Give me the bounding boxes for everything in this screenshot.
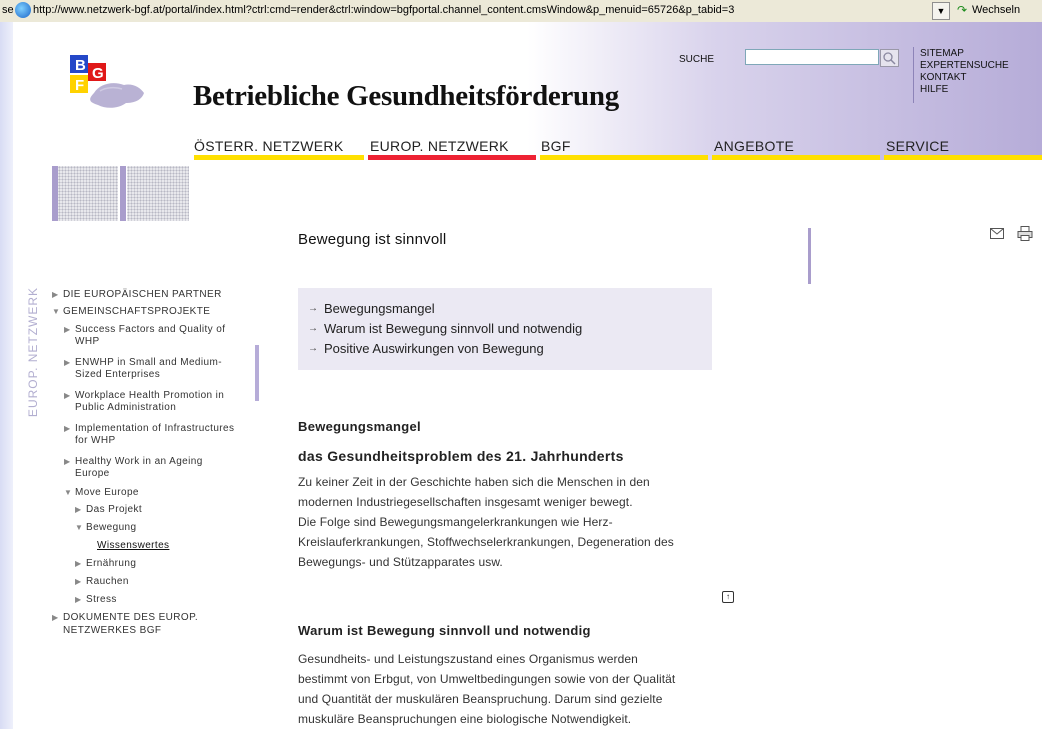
section-subheading: das Gesundheitsproblem des 21. Jahrhunde… [298, 448, 624, 464]
content-accent-rule [808, 228, 811, 284]
deco-bar [120, 166, 126, 221]
search-icon [883, 52, 896, 65]
nav-bar-europ-active [368, 155, 536, 160]
sidebar-item-ernaehrung[interactable]: ▶ Ernährung [75, 558, 136, 570]
sidebar-section-label: EUROP. NETZWERK [26, 286, 40, 418]
section-paragraph: Zu keiner Zeit in der Geschichte haben s… [298, 475, 674, 569]
section-heading-warum-bewegung: Warum ist Bewegung sinnvoll und notwendi… [298, 623, 591, 638]
sidebar-item-stress[interactable]: ▶ Stress [75, 594, 117, 606]
sidebar-item-whp-public-admin-cont[interactable]: Public Administration [75, 402, 176, 414]
print-icon[interactable] [1017, 226, 1033, 241]
go-arrow-icon[interactable]: ↷ [957, 3, 967, 17]
top-links-divider [913, 47, 914, 103]
search-input[interactable] [745, 49, 879, 65]
deco-pattern-box [127, 166, 189, 221]
sidebar-item-bewegung[interactable]: ▼ Bewegung [75, 522, 136, 534]
sidebar-item-rauchen[interactable]: ▶ Rauchen [75, 576, 129, 588]
mail-icon[interactable] [990, 228, 1004, 239]
left-window-strip [0, 22, 13, 729]
sidebar-item-das-projekt[interactable]: ▶ Das Projekt [75, 504, 142, 516]
toc-link-warum-bewegung[interactable]: → Warum ist Bewegung sinnvoll und notwend… [308, 321, 582, 336]
deco-pattern-box [58, 166, 118, 221]
address-prefix: se [2, 4, 14, 16]
nav-bar-angebote [712, 155, 880, 160]
sidebar-item-dokumente-cont[interactable]: NETZWERKES BGF [63, 625, 161, 637]
nav-bar-service [884, 155, 1042, 160]
browser-address-bar: se http://www.netzwerk-bgf.at/portal/ind… [0, 0, 1042, 23]
nav-angebote[interactable]: ANGEBOTE [714, 138, 794, 154]
go-button[interactable]: Wechseln [972, 4, 1020, 16]
logo-letter-b: B [75, 57, 86, 74]
nav-bar-oesterr [194, 155, 364, 160]
address-dropdown-button[interactable]: ▼ [932, 2, 950, 20]
search-label: SUCHE [679, 54, 715, 65]
sidebar-item-wissenswertes[interactable]: Wissenswertes [97, 540, 169, 552]
bgf-logo[interactable]: B G F [66, 53, 146, 123]
toplink-kontakt[interactable]: KONTAKT [920, 72, 1042, 84]
toplink-sitemap[interactable]: SITEMAP [920, 48, 1042, 60]
sidebar-item-infrastructures[interactable]: ▶ Implementation of Infrastructures [64, 423, 234, 435]
nav-europ-netzwerk[interactable]: EUROP. NETZWERK [370, 138, 509, 154]
section-paragraph: Gesundheits- und Leistungszustand eines … [298, 652, 676, 726]
logo-letter-f: F [75, 77, 84, 94]
search-button[interactable] [880, 49, 899, 67]
sidebar-item-dokumente[interactable]: ▶ DOKUMENTE DES EUROP. [52, 612, 198, 624]
nav-bgf[interactable]: BGF [541, 138, 571, 154]
sidebar-accent-bar [255, 345, 259, 401]
sidebar-item-healthy-work[interactable]: ▶ Healthy Work in an Ageing [64, 456, 203, 468]
address-url-field[interactable]: http://www.netzwerk-bgf.at/portal/index.… [33, 4, 734, 16]
sidebar-item-enwhp-sme[interactable]: ▶ ENWHP in Small and Medium- [64, 357, 222, 369]
nav-oesterr-netzwerk[interactable]: ÖSTERR. NETZWERK [194, 138, 343, 154]
page-title: Bewegung ist sinnvoll [298, 231, 447, 248]
back-to-top-icon[interactable]: ↑ [722, 591, 734, 603]
ie-page-icon [15, 2, 31, 18]
sidebar-item-enwhp-sme-cont[interactable]: Sized Enterprises [75, 369, 160, 381]
toplink-hilfe[interactable]: HILFE [920, 84, 1042, 96]
nav-bar-bgf [540, 155, 708, 160]
toplink-expertensuche[interactable]: EXPERTENSUCHE [920, 60, 1042, 72]
table-of-contents: → Bewegungsmangel → Warum ist Bewegung sin… [298, 288, 712, 370]
logo-letter-g: G [92, 65, 104, 82]
top-links: SITEMAP EXPERTENSUCHE KONTAKT HILFE [920, 48, 1042, 96]
toc-link-positive-auswirkungen[interactable]: → Positive Auswirkungen von Bewegung [308, 341, 544, 356]
sidebar-item-healthy-work-cont[interactable]: Europe [75, 468, 110, 480]
sidebar-item-whp-public-admin[interactable]: ▶ Workplace Health Promotion in [64, 390, 224, 402]
sidebar-item-gemeinschaftsprojekte[interactable]: ▼ GEMEINSCHAFTSPROJEKTE [52, 306, 210, 318]
sidebar-item-success-factors[interactable]: ▶ Success Factors and Quality of [64, 324, 225, 336]
sidebar-item-infrastructures-cont[interactable]: for WHP [75, 435, 116, 447]
toc-link-bewegungsmangel[interactable]: → Bewegungsmangel [308, 301, 435, 316]
sidebar-item-success-factors-cont[interactable]: WHP [75, 336, 100, 348]
site-title: Betriebliche Gesundheitsförderung [193, 80, 619, 112]
sidebar-item-europaeische-partner[interactable]: ▶ DIE EUROPÄISCHEN PARTNER [52, 289, 222, 301]
section-heading-bewegungsmangel: Bewegungsmangel [298, 419, 421, 434]
nav-service[interactable]: SERVICE [886, 138, 949, 154]
sidebar-item-move-europe[interactable]: ▼ Move Europe [64, 487, 139, 499]
